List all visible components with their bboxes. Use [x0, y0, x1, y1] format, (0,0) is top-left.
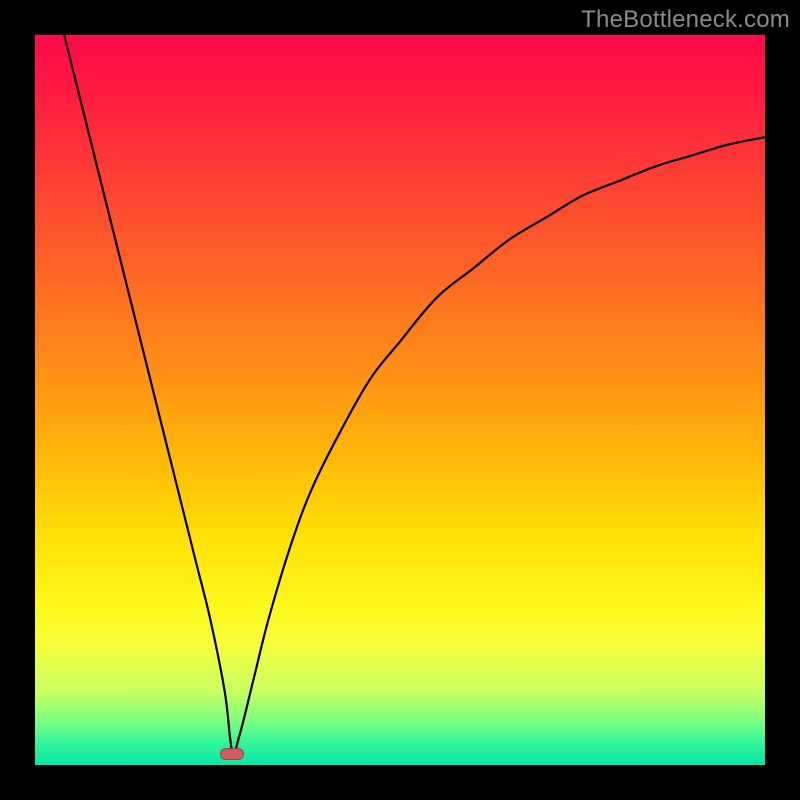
chart-frame: TheBottleneck.com	[0, 0, 800, 800]
bottleneck-curve	[35, 35, 765, 765]
watermark-text: TheBottleneck.com	[581, 6, 790, 34]
plot-area	[35, 35, 765, 765]
minimum-marker	[220, 748, 244, 760]
curve-path	[64, 35, 765, 753]
